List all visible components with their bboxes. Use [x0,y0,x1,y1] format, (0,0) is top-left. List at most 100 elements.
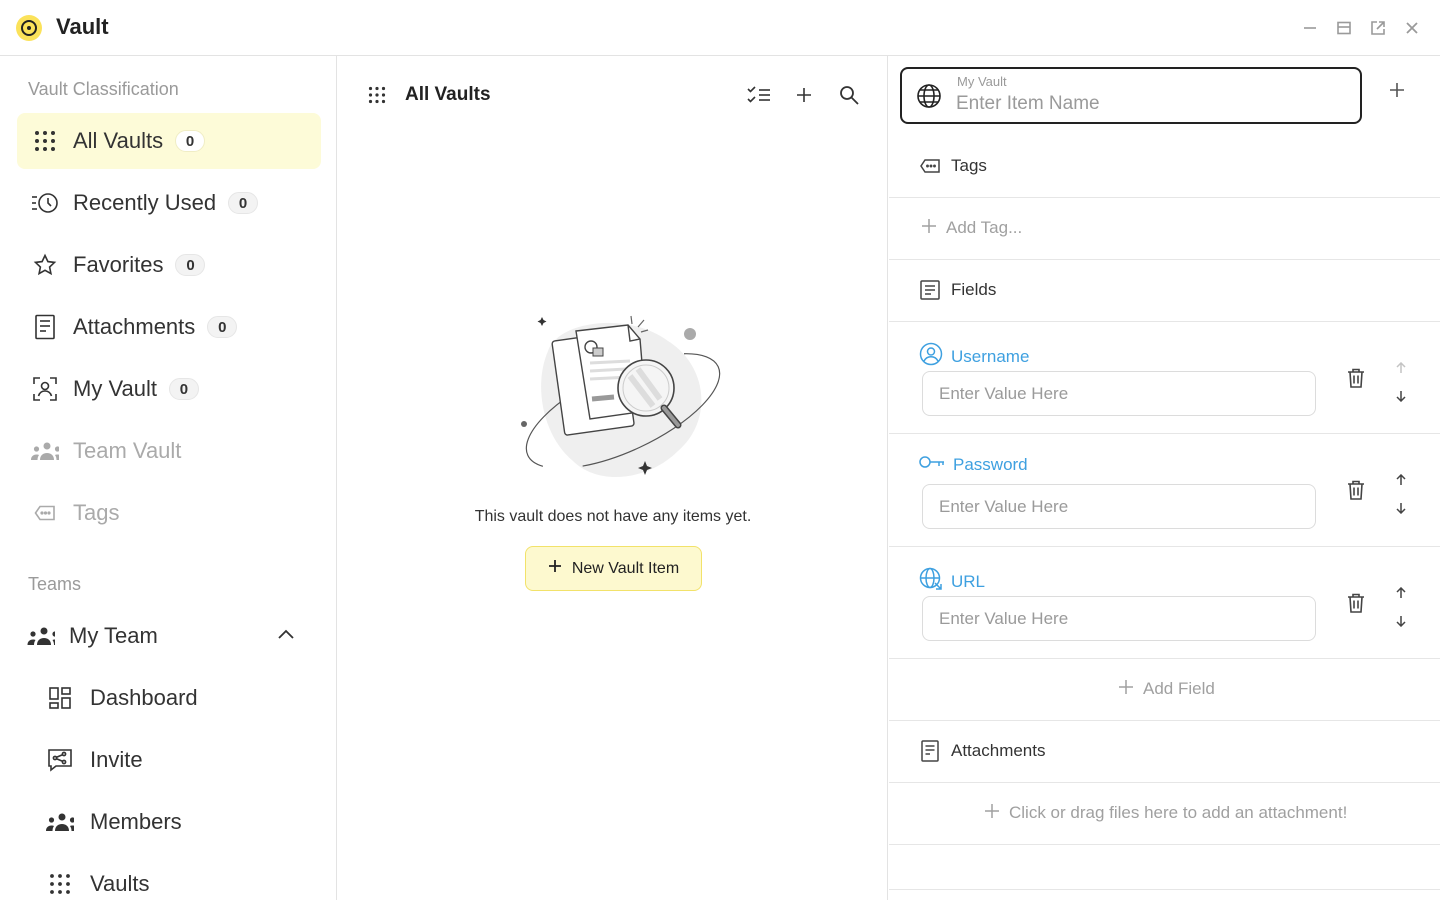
count-badge: 0 [175,130,206,152]
new-vault-item-label: New Vault Item [571,559,680,577]
move-up-icon [1396,362,1406,373]
count-badge: 0 [168,378,199,400]
password-input[interactable] [922,484,1316,529]
team-item-vaults[interactable]: Vaults [34,856,321,912]
fields-header: Fields [919,279,996,301]
close-icon[interactable] [1401,17,1423,39]
team-item-label: Dashboard [90,685,198,710]
sidebar-item-team-vault[interactable]: Team Vault [17,423,321,479]
username-input[interactable] [922,371,1316,416]
reorder-arrows[interactable] [1391,587,1411,627]
sidebar-item-tags[interactable]: Tags [17,485,321,541]
minimize-icon[interactable] [1299,17,1321,39]
sidebar-item-my-vault[interactable]: My Vault 0 [17,361,321,417]
team-icon [31,437,59,465]
empty-state-text: This vault does not have any items yet. [474,508,752,525]
members-icon [46,808,74,836]
url-input[interactable] [922,596,1316,641]
dashboard-icon [46,684,74,712]
star-icon [31,251,59,279]
plus-icon [985,803,999,823]
recent-clock-icon [31,189,59,217]
reorder-arrows[interactable] [1391,362,1411,402]
move-down-icon [1396,616,1406,627]
sidebar-item-recently-used[interactable]: Recently Used 0 [17,175,321,231]
items-pane: All Vaults This vault does not have any … [338,56,888,900]
item-name-box[interactable]: My Vault [900,67,1362,124]
attachments-section: Attachments [889,721,1440,783]
reorder-arrows[interactable] [1391,474,1411,514]
plus-icon [922,218,936,238]
move-down-icon [1396,391,1406,402]
list-doc-icon [919,279,941,301]
grid-dots-icon [31,127,59,155]
globe-link-icon [919,567,943,596]
sidebar-item-label: Favorites [73,252,164,277]
add-icon[interactable] [791,82,817,108]
add-tag-label: Add Tag... [946,218,1023,237]
move-down-icon [1396,503,1406,514]
field-password: Password [889,434,1440,547]
editor-footer-row [889,845,1440,890]
team-item-invite[interactable]: Invite [34,732,321,788]
add-tag-button[interactable]: Add Tag... [922,218,1022,238]
sidebar-item-label: Team Vault [73,438,182,463]
sidebar: Vault Classification All Vaults 0 Recent… [0,56,337,900]
delete-icon[interactable] [1345,478,1367,502]
sidebar-item-label: Tags [73,500,120,525]
item-name-input[interactable] [956,93,1346,115]
popout-icon[interactable] [1367,17,1389,39]
field-username: Username [889,322,1440,434]
field-label-username: Username [919,342,1029,371]
attachments-label: Attachments [951,741,1046,760]
count-badge: 0 [175,254,206,276]
sidebar-item-attachments[interactable]: Attachments 0 [17,299,321,355]
app-logo [16,15,42,41]
team-item-label: Invite [90,747,143,772]
count-badge: 0 [207,316,238,338]
add-field-row[interactable]: Add Field [889,659,1440,721]
sidebar-item-label: Recently Used [73,190,217,215]
document-icon [31,313,59,341]
team-my-team[interactable]: My Team [17,608,321,664]
sidebar-item-label: Attachments [73,314,196,339]
vault-label: My Vault [957,74,1007,89]
search-icon[interactable] [836,82,862,108]
sidebar-item-label: My Vault [73,376,157,401]
chevron-up-icon[interactable] [277,626,295,649]
team-item-label: Members [90,809,182,834]
add-field-label: Add Field [1143,679,1215,698]
add-field-button[interactable]: Add Field [1119,679,1215,699]
delete-icon[interactable] [1345,591,1367,615]
sidebar-item-label: All Vaults [73,128,164,153]
attachment-hint-label: Click or drag files here to add an attac… [1009,803,1348,822]
maximize-icon[interactable] [1333,17,1355,39]
new-vault-item-button[interactable]: New Vault Item [525,546,702,591]
plus-icon [548,559,562,578]
field-label-url: URL [919,567,985,596]
section-label-classification: Vault Classification [28,79,179,99]
attachment-dropzone[interactable]: Click or drag files here to add an attac… [889,783,1440,845]
tags-header: Tags [919,155,987,177]
add-tag-row[interactable]: Add Tag... [889,198,1440,260]
move-up-icon [1396,587,1406,598]
sidebar-item-favorites[interactable]: Favorites 0 [17,237,321,293]
team-item-dashboard[interactable]: Dashboard [34,670,321,726]
section-label-teams: Teams [28,574,82,594]
attachment-hint[interactable]: Click or drag files here to add an attac… [985,803,1347,823]
multi-select-icon[interactable] [746,82,772,108]
share-icon [46,746,74,774]
delete-icon[interactable] [1345,366,1367,390]
add-icon[interactable] [1389,82,1405,103]
pane-title: All Vaults [405,84,491,105]
team-item-members[interactable]: Members [34,794,321,850]
field-label-password: Password [919,454,1028,475]
app-title: Vault [56,14,109,39]
plus-icon [1119,679,1133,699]
team-item-label: Vaults [90,871,150,896]
sidebar-item-all-vaults[interactable]: All Vaults 0 [17,113,321,169]
tag-icon [919,155,941,177]
tags-section: Tags [889,136,1440,198]
title-bar: Vault [0,0,1440,56]
tags-label: Tags [951,156,987,175]
